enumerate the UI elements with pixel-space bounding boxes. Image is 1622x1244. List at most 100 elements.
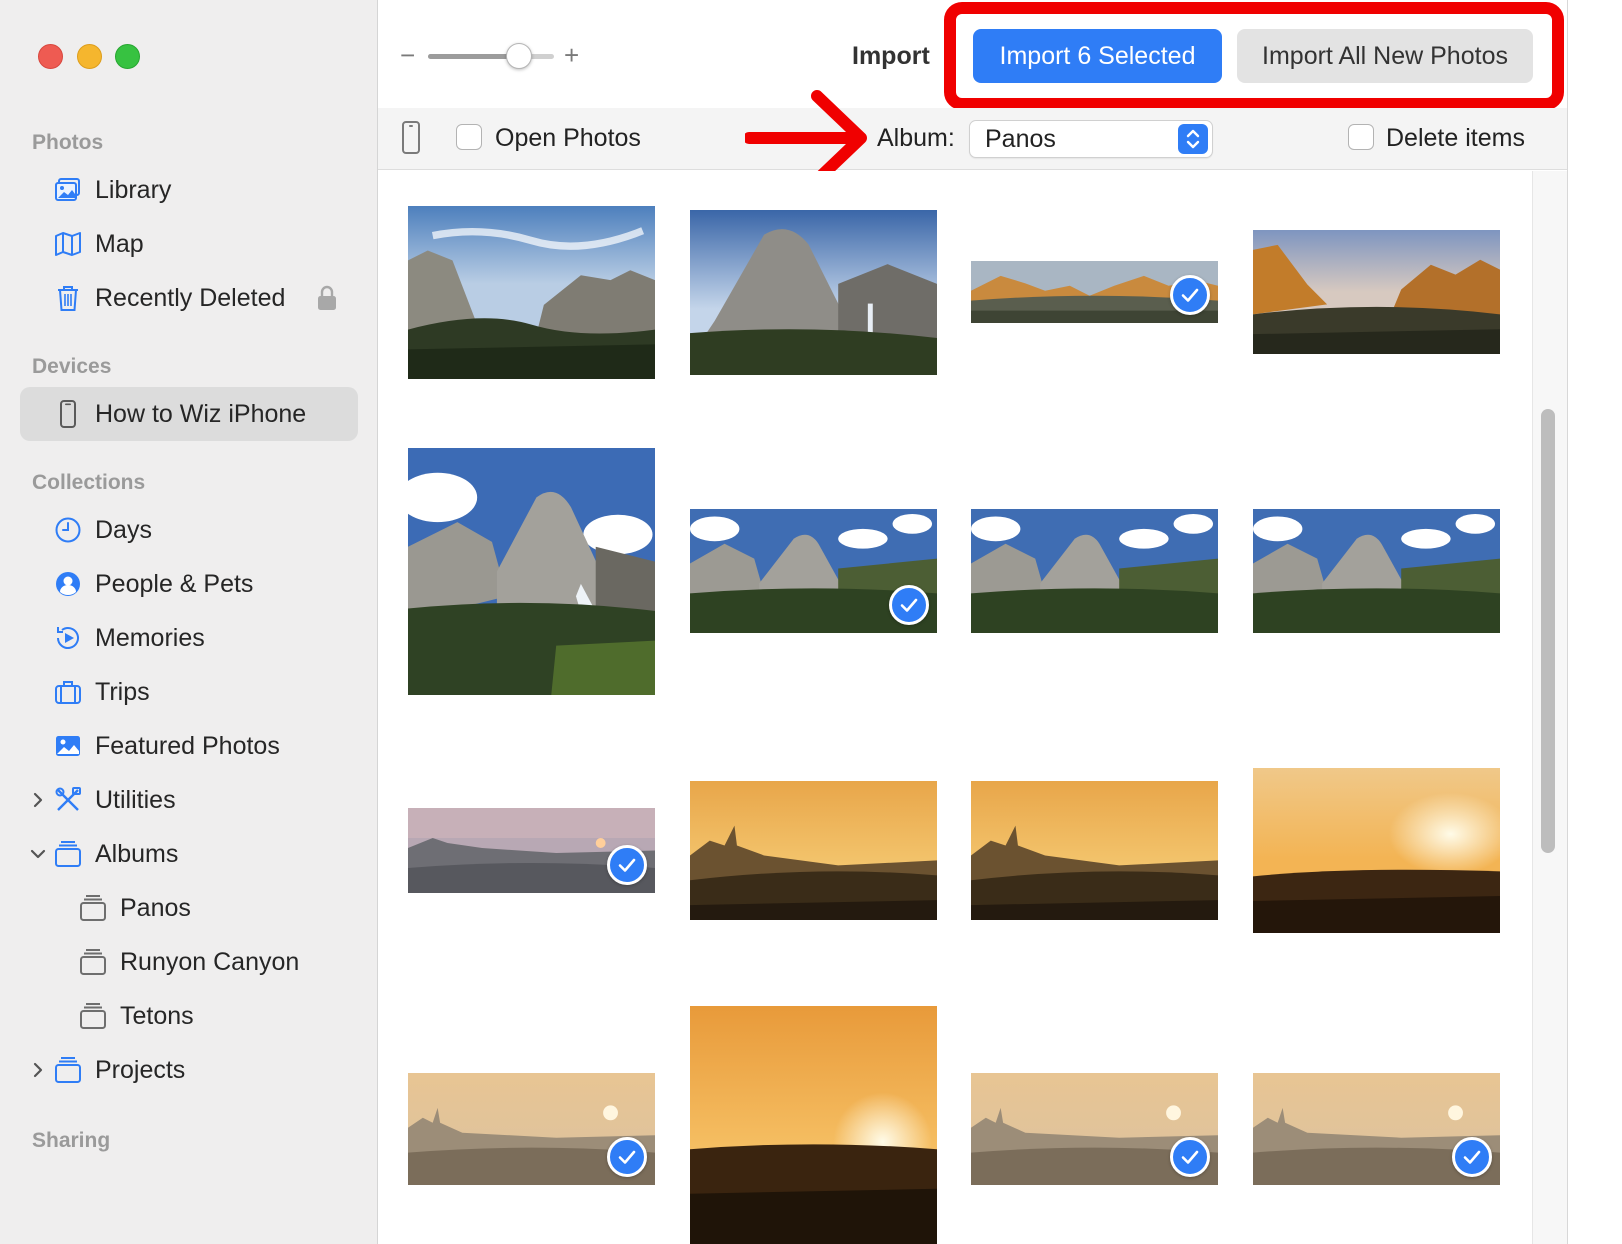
sidebar-item-label: Projects	[95, 1055, 186, 1084]
sidebar-item-label: Days	[95, 515, 152, 544]
annotation-highlight-box	[944, 2, 1564, 110]
photo-thumbnail[interactable]	[690, 781, 937, 920]
photo-thumbnail[interactable]	[690, 509, 937, 633]
zoom-in-button[interactable]: +	[564, 40, 579, 71]
photo-thumbnail[interactable]	[1253, 230, 1500, 354]
sidebar-item-label: Memories	[95, 623, 205, 652]
photo-image	[1253, 768, 1500, 933]
memories-icon	[52, 622, 84, 654]
album-icon	[77, 946, 109, 978]
toolbar: − + Import Import 6 Selected Import All …	[378, 0, 1568, 110]
photo-thumbnail[interactable]	[1253, 1073, 1500, 1185]
selected-checkmark-icon[interactable]	[1452, 1137, 1492, 1177]
photo-thumbnail[interactable]	[690, 210, 937, 375]
featured-photos-icon	[52, 730, 84, 762]
sidebar-item-recently-deleted[interactable]: Recently Deleted	[20, 271, 358, 325]
photo-thumbnail[interactable]	[971, 781, 1218, 920]
albums-icon	[52, 838, 84, 870]
sidebar-item-device[interactable]: How to Wiz iPhone	[20, 387, 358, 441]
photo-thumbnail[interactable]	[971, 1073, 1218, 1185]
person-icon	[52, 568, 84, 600]
album-select[interactable]: Panos	[969, 120, 1213, 158]
iphone-icon	[402, 121, 420, 154]
zoom-out-button[interactable]: −	[400, 40, 415, 71]
sidebar-item-album-tetons[interactable]: Tetons	[20, 989, 358, 1043]
photo-thumbnail[interactable]	[408, 808, 655, 893]
photo-thumbnail[interactable]	[408, 206, 655, 379]
open-photos-checkbox[interactable]	[456, 124, 482, 150]
section-title-sharing: Sharing	[32, 1129, 111, 1152]
delete-items-label: Delete items	[1386, 124, 1525, 152]
photo-image	[1253, 230, 1500, 354]
photo-image	[408, 206, 655, 379]
iphone-icon	[52, 398, 84, 430]
sidebar-item-days[interactable]: Days	[20, 503, 358, 557]
sidebar-item-utilities[interactable]: Utilities	[20, 773, 358, 827]
photo-thumbnail[interactable]	[408, 1073, 655, 1185]
section-title-collections: Collections	[32, 471, 146, 494]
album-icon	[77, 892, 109, 924]
photo-image	[971, 509, 1218, 633]
sidebar-item-album-panos[interactable]: Panos	[20, 881, 358, 935]
sidebar-item-albums[interactable]: Albums	[20, 827, 358, 881]
photo-image	[1253, 509, 1500, 633]
section-title-photos: Photos	[32, 131, 104, 154]
chevron-down-icon[interactable]	[28, 842, 48, 866]
projects-icon	[52, 1054, 84, 1086]
photo-thumbnail[interactable]	[1253, 768, 1500, 933]
sidebar-item-label: Featured Photos	[95, 731, 280, 760]
open-photos-label: Open Photos	[495, 124, 641, 152]
zoom-window-button[interactable]	[115, 44, 140, 69]
up-down-chevron-icon	[1178, 124, 1208, 154]
photo-image	[690, 781, 937, 920]
lock-icon	[318, 285, 336, 310]
chevron-right-icon[interactable]	[28, 788, 48, 812]
sidebar-item-label: Runyon Canyon	[120, 947, 300, 976]
sidebar-item-label: Map	[95, 229, 144, 258]
photo-image	[690, 1006, 937, 1244]
sidebar-item-label: How to Wiz iPhone	[95, 399, 307, 428]
selected-checkmark-icon[interactable]	[1170, 275, 1210, 315]
chevron-right-icon[interactable]	[28, 1058, 48, 1082]
clock-icon	[52, 514, 84, 546]
utilities-icon	[52, 784, 84, 816]
import-title: Import	[852, 42, 930, 70]
photo-grid	[378, 171, 1532, 1244]
sidebar-item-map[interactable]: Map	[20, 217, 358, 271]
album-label: Album:	[877, 124, 955, 152]
scrollbar-thumb[interactable]	[1541, 409, 1555, 853]
library-icon	[52, 174, 84, 206]
selected-checkmark-icon[interactable]	[607, 845, 647, 885]
selected-checkmark-icon[interactable]	[607, 1137, 647, 1177]
zoom-slider-knob[interactable]	[505, 43, 532, 69]
sidebar-item-label: Panos	[120, 893, 191, 922]
photo-thumbnail[interactable]	[1253, 509, 1500, 633]
sidebar-item-featured-photos[interactable]: Featured Photos	[20, 719, 358, 773]
suitcase-icon	[52, 676, 84, 708]
sidebar-item-label: Utilities	[95, 785, 176, 814]
sidebar-item-library[interactable]: Library	[20, 163, 358, 217]
sidebar-item-projects[interactable]: Projects	[20, 1043, 358, 1097]
selected-checkmark-icon[interactable]	[1170, 1137, 1210, 1177]
zoom-slider[interactable]	[428, 43, 554, 69]
close-window-button[interactable]	[38, 44, 63, 69]
photo-thumbnail[interactable]	[690, 1006, 937, 1244]
sidebar-item-trips[interactable]: Trips	[20, 665, 358, 719]
delete-items-checkbox[interactable]	[1348, 124, 1374, 150]
photo-thumbnail[interactable]	[971, 509, 1218, 633]
import-options-bar: Open Photos Album: Panos Delete items	[378, 108, 1568, 170]
selected-checkmark-icon[interactable]	[889, 585, 929, 625]
sidebar-item-memories[interactable]: Memories	[20, 611, 358, 665]
photo-thumbnail[interactable]	[408, 448, 655, 695]
section-title-devices: Devices	[32, 355, 112, 378]
minimize-window-button[interactable]	[77, 44, 102, 69]
photo-image	[971, 781, 1218, 920]
sidebar-item-label: Library	[95, 175, 172, 204]
sidebar-item-album-runyon-canyon[interactable]: Runyon Canyon	[20, 935, 358, 989]
vertical-scrollbar[interactable]	[1532, 171, 1568, 1244]
album-select-value: Panos	[985, 125, 1056, 153]
album-icon	[77, 1000, 109, 1032]
sidebar-item-label: Tetons	[120, 1001, 194, 1030]
photo-thumbnail[interactable]	[971, 261, 1218, 323]
sidebar-item-people-pets[interactable]: People & Pets	[20, 557, 358, 611]
